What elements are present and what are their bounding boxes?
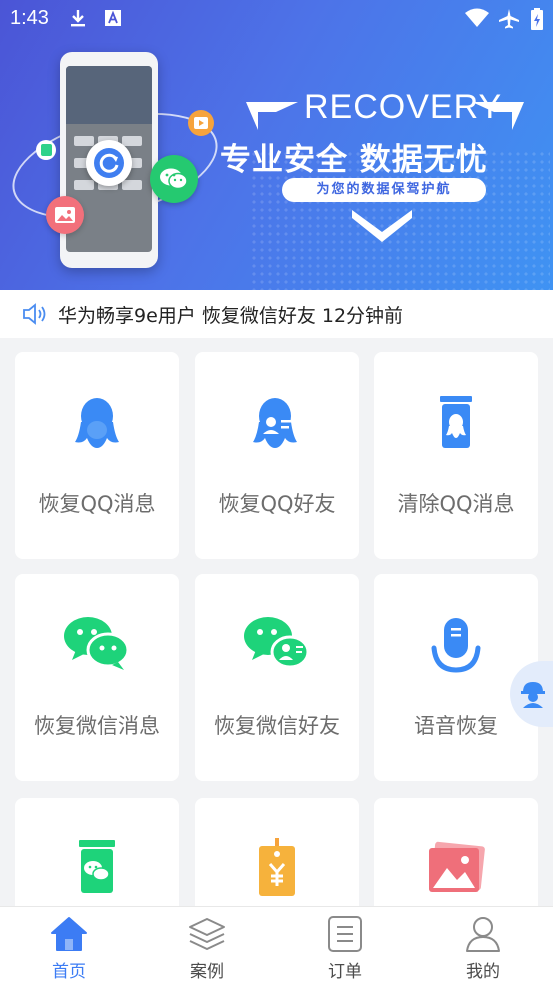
card-label: 恢复QQ好友 <box>218 492 336 516</box>
qq-penguin-icon <box>75 398 119 448</box>
hero-banner[interactable]: 1:43 RECOVERY 专业安全 数据无忧 为您的数据保驾护航 <box>0 0 553 290</box>
tab-label: 订单 <box>328 962 362 982</box>
chevron-right-decoration <box>472 102 524 130</box>
photo-icon <box>429 841 485 892</box>
font-a-icon <box>105 10 121 26</box>
wifi-icon <box>465 8 489 27</box>
download-icon <box>71 10 85 27</box>
card-label: 恢复微信消息 <box>34 714 160 738</box>
qq-contact-icon <box>253 398 297 448</box>
tab-label: 案例 <box>190 962 224 982</box>
tab-cases[interactable]: 案例 <box>138 907 276 984</box>
battery-icon <box>531 8 543 30</box>
qq-trash-icon <box>440 396 472 448</box>
sd-card-bubble-icon <box>36 140 56 160</box>
airplane-icon <box>499 9 519 29</box>
wechat-bubble-icon <box>150 155 198 203</box>
card-recover-wechat-friends[interactable]: 恢复微信好友 <box>195 574 359 781</box>
video-bubble-icon <box>188 110 214 136</box>
microphone-icon <box>431 618 481 673</box>
refresh-icon <box>86 140 132 186</box>
wechat-icon <box>64 617 130 670</box>
chevron-left-decoration <box>246 102 298 130</box>
speaker-icon <box>23 303 46 325</box>
card-label: 恢复微信好友 <box>214 714 340 738</box>
wechat-contact-icon <box>244 617 310 669</box>
card-recover-qq-messages[interactable]: 恢复QQ消息 <box>15 352 179 559</box>
tab-label: 首页 <box>52 962 86 982</box>
price-tag-icon <box>259 838 295 896</box>
tab-mine[interactable]: 我的 <box>414 907 552 984</box>
notice-bar[interactable]: 华为畅享9e用户 恢复微信好友 12分钟前 <box>0 290 553 338</box>
wechat-trash-icon <box>79 840 115 893</box>
card-label: 恢复QQ消息 <box>38 492 156 516</box>
worker-helmet-icon <box>521 682 545 708</box>
layers-icon <box>189 918 225 950</box>
card-label: 语音恢复 <box>414 714 498 738</box>
card-recover-wechat-messages[interactable]: 恢复微信消息 <box>15 574 179 781</box>
chevron-down-decoration <box>352 210 412 242</box>
status-bar: 1:43 <box>0 0 553 38</box>
photo-bubble-icon <box>46 196 84 234</box>
banner-subtitle: 为您的数据保驾护航 <box>282 178 486 202</box>
bottom-tab-bar: 首页 案例 订单 我的 <box>0 906 553 984</box>
order-icon <box>328 916 362 952</box>
card-label: 清除QQ消息 <box>397 492 515 516</box>
tab-label: 我的 <box>466 962 500 982</box>
notice-text: 华为畅享9e用户 恢复微信好友 12分钟前 <box>58 305 404 327</box>
banner-slogan: 专业安全 数据无忧 <box>220 142 488 178</box>
status-time: 1:43 <box>10 7 49 29</box>
card-recover-qq-friends[interactable]: 恢复QQ好友 <box>195 352 359 559</box>
tab-orders[interactable]: 订单 <box>276 907 414 984</box>
home-icon <box>51 917 87 951</box>
tab-home[interactable]: 首页 <box>0 907 138 984</box>
user-icon <box>466 917 500 952</box>
app-screen: 1:43 RECOVERY 专业安全 数据无忧 为您的数据保驾护航 华为畅享9e… <box>0 0 553 984</box>
card-clear-qq-messages[interactable]: 清除QQ消息 <box>374 352 538 559</box>
